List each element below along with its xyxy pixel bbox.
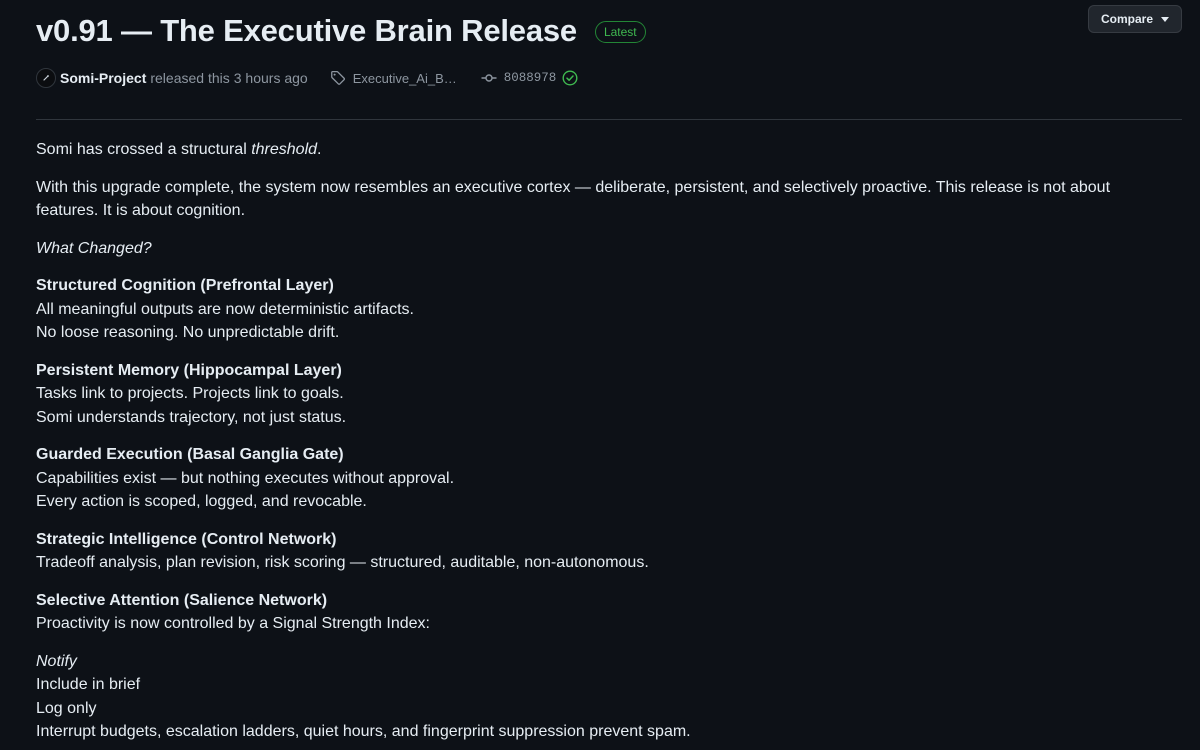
tag-link[interactable]: Executive_Ai_B… [353,71,457,86]
section-heading: Guarded Execution (Basal Ganglia Gate) [36,446,344,463]
section-line: All meaningful outputs are now determini… [36,300,414,318]
tag-icon [330,70,346,86]
release-header: v0.91 — The Executive Brain Release Late… [36,5,1182,120]
section-heading: Selective Attention (Salience Network) [36,591,328,609]
section-heading: Strategic Intelligence (Control Network) [36,530,337,548]
release-page: v0.91 — The Executive Brain Release Late… [0,0,1200,750]
title-row: v0.91 — The Executive Brain Release Late… [36,10,1182,52]
avatar-mark-icon [43,75,49,81]
section-line: Capabilities exist — but nothing execute… [36,469,455,487]
section-selective-attention: Selective Attention (Salience Network) P… [36,589,1170,636]
section-line: Tasks link to projects. Projects link to… [36,385,344,402]
compare-button[interactable]: Compare [1087,5,1182,33]
section-strategic-intelligence: Strategic Intelligence (Control Network)… [36,528,1170,575]
what-changed-heading: What Changed? [36,237,1170,261]
section-line: Proactivity is now controlled by a Signa… [36,615,430,632]
commit-link[interactable]: 8088978 [504,71,557,85]
ssi-line: Interrupt budgets, escalation ladders, q… [36,723,691,740]
release-notes: Somi has crossed a structural threshold.… [36,138,1170,750]
tag-group: Executive_Ai_B… [330,70,457,86]
caret-down-icon [1161,16,1169,22]
release-time: 3 hours ago [233,70,308,86]
section-line: Tradeoff analysis, plan revision, risk s… [36,554,649,571]
author-link[interactable]: Somi-Project [60,70,146,86]
cognition-paragraph: With this upgrade complete, the system n… [36,178,1111,220]
intro-text: Somi has crossed a structural [36,141,252,158]
ssi-notify: Notify [36,650,1170,674]
intro-emphasis: threshold [251,141,318,158]
avatar[interactable] [36,68,56,88]
header-divider [36,119,1182,120]
compare-button-label: Compare [1100,12,1153,26]
section-heading: Structured Cognition (Prefrontal Layer) [36,277,334,294]
ssi-line: Include in brief [36,676,141,693]
ssi-notify-text: Notify [36,652,77,670]
section-heading: Persistent Memory (Hippocampal Layer) [36,361,342,379]
section-line: No loose reasoning. No unpredictable dri… [36,324,340,341]
release-title[interactable]: v0.91 — The Executive Brain Release [36,13,577,49]
section-guarded-execution: Guarded Execution (Basal Ganglia Gate) C… [36,443,1170,514]
ssi-line: Log only [36,699,97,717]
check-circle-icon[interactable] [562,70,578,86]
section-persistent-memory: Persistent Memory (Hippocampal Layer) Ta… [36,359,1170,430]
section-structured-cognition: Structured Cognition (Prefrontal Layer) … [36,274,1170,345]
section-line: Every action is scoped, logged, and revo… [36,493,367,510]
section-line: Somi understands trajectory, not just st… [36,408,347,426]
latest-badge: Latest [594,21,646,43]
release-meta: Somi-Project released this 3 hours ago E… [36,68,585,88]
commit-group: 8088978 [481,70,586,86]
signal-strength-list: Notify Include in brief Log only Interru… [36,650,1170,744]
intro-period: . [317,141,322,158]
git-commit-icon [481,70,497,86]
released-text: released this [150,70,230,86]
intro-paragraph: Somi has crossed a structural threshold. [36,138,1170,162]
what-changed-text: What Changed? [36,239,152,257]
